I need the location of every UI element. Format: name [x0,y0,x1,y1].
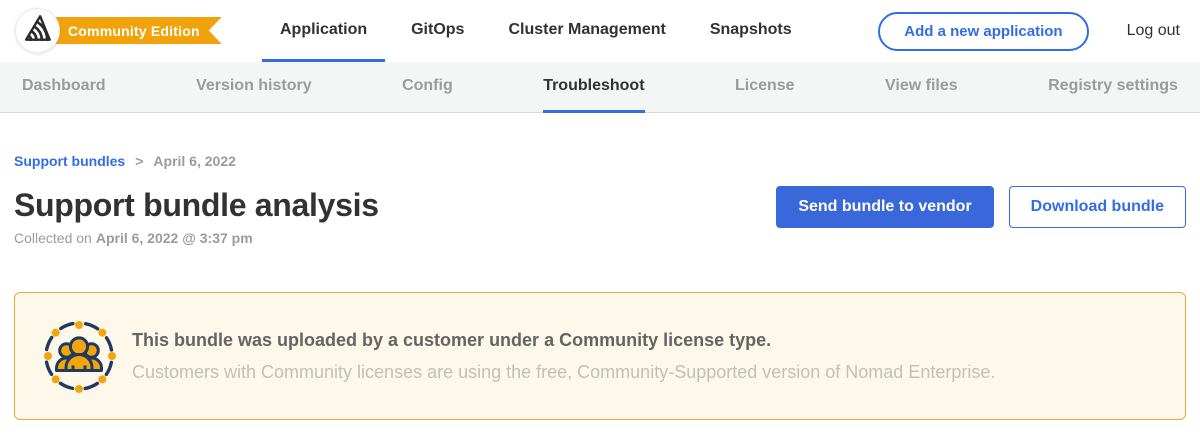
nav-item-gitops[interactable]: GitOps [393,0,482,62]
send-bundle-button[interactable]: Send bundle to vendor [776,186,993,228]
subnav-item-config[interactable]: Config [402,62,453,113]
breadcrumb-support-bundles-link[interactable]: Support bundles [14,153,125,169]
subnav-item-license[interactable]: License [735,62,795,113]
subnav-item-registry-settings[interactable]: Registry settings [1048,62,1178,113]
logout-link[interactable]: Log out [1127,22,1180,40]
app-logo[interactable] [15,8,60,53]
replicated-logo-icon [25,15,51,46]
community-license-alert: This bundle was uploaded by a customer u… [14,292,1186,420]
community-edition-label: Community Edition [68,23,200,39]
subnav-item-label: Version history [196,77,312,95]
subnav-item-version-history[interactable]: Version history [196,62,312,113]
brand-home-link[interactable]: Community Edition [0,0,240,62]
nav-item-label: Snapshots [710,21,792,39]
subnav-item-view-files[interactable]: View files [885,62,958,113]
app-subnav: Dashboard Version history Config Trouble… [0,62,1200,113]
topnav-right-group: Add a new application Log out [878,0,1188,62]
subnav-item-label: License [735,77,795,95]
nav-item-snapshots[interactable]: Snapshots [692,0,810,62]
download-bundle-button[interactable]: Download bundle [1009,186,1186,228]
breadcrumb-current: April 6, 2022 [153,153,236,169]
community-edition-ribbon: Community Edition [38,17,222,44]
nav-item-label: Application [280,21,367,39]
nav-item-application[interactable]: Application [262,0,385,62]
subnav-item-label: Registry settings [1048,77,1178,95]
subnav-item-label: View files [885,77,958,95]
subnav-item-label: Config [402,77,453,95]
breadcrumb: Support bundles > April 6, 2022 [14,153,1186,169]
alert-title: This bundle was uploaded by a customer u… [132,330,995,351]
title-row: Support bundle analysis Collected onApri… [14,186,1186,246]
primary-nav: Application GitOps Cluster Management Sn… [262,0,810,62]
collected-timestamp: Collected onApril 6, 2022 @ 3:37 pm [14,230,379,246]
main-content: Support bundles > April 6, 2022 Support … [0,153,1200,420]
bundle-actions: Send bundle to vendor Download bundle [776,186,1186,228]
add-application-button[interactable]: Add a new application [878,12,1088,51]
top-navigation: Community Edition Application [0,0,1200,62]
alert-text-block: This bundle was uploaded by a customer u… [132,330,995,383]
collected-prefix: Collected on [14,230,92,246]
subnav-item-label: Troubleshoot [543,77,644,95]
nav-item-label: Cluster Management [508,21,665,39]
collected-date: April 6, 2022 @ 3:37 pm [96,230,253,246]
subnav-item-dashboard[interactable]: Dashboard [22,62,106,113]
subnav-item-troubleshoot[interactable]: Troubleshoot [543,62,644,113]
nav-item-cluster-management[interactable]: Cluster Management [490,0,683,62]
page-title: Support bundle analysis [14,186,379,224]
community-license-icon [41,318,117,394]
nav-item-label: GitOps [411,21,464,39]
alert-subtitle: Customers with Community licenses are us… [132,362,995,383]
title-block: Support bundle analysis Collected onApri… [14,186,379,246]
subnav-item-label: Dashboard [22,77,106,95]
breadcrumb-separator: > [135,153,143,169]
